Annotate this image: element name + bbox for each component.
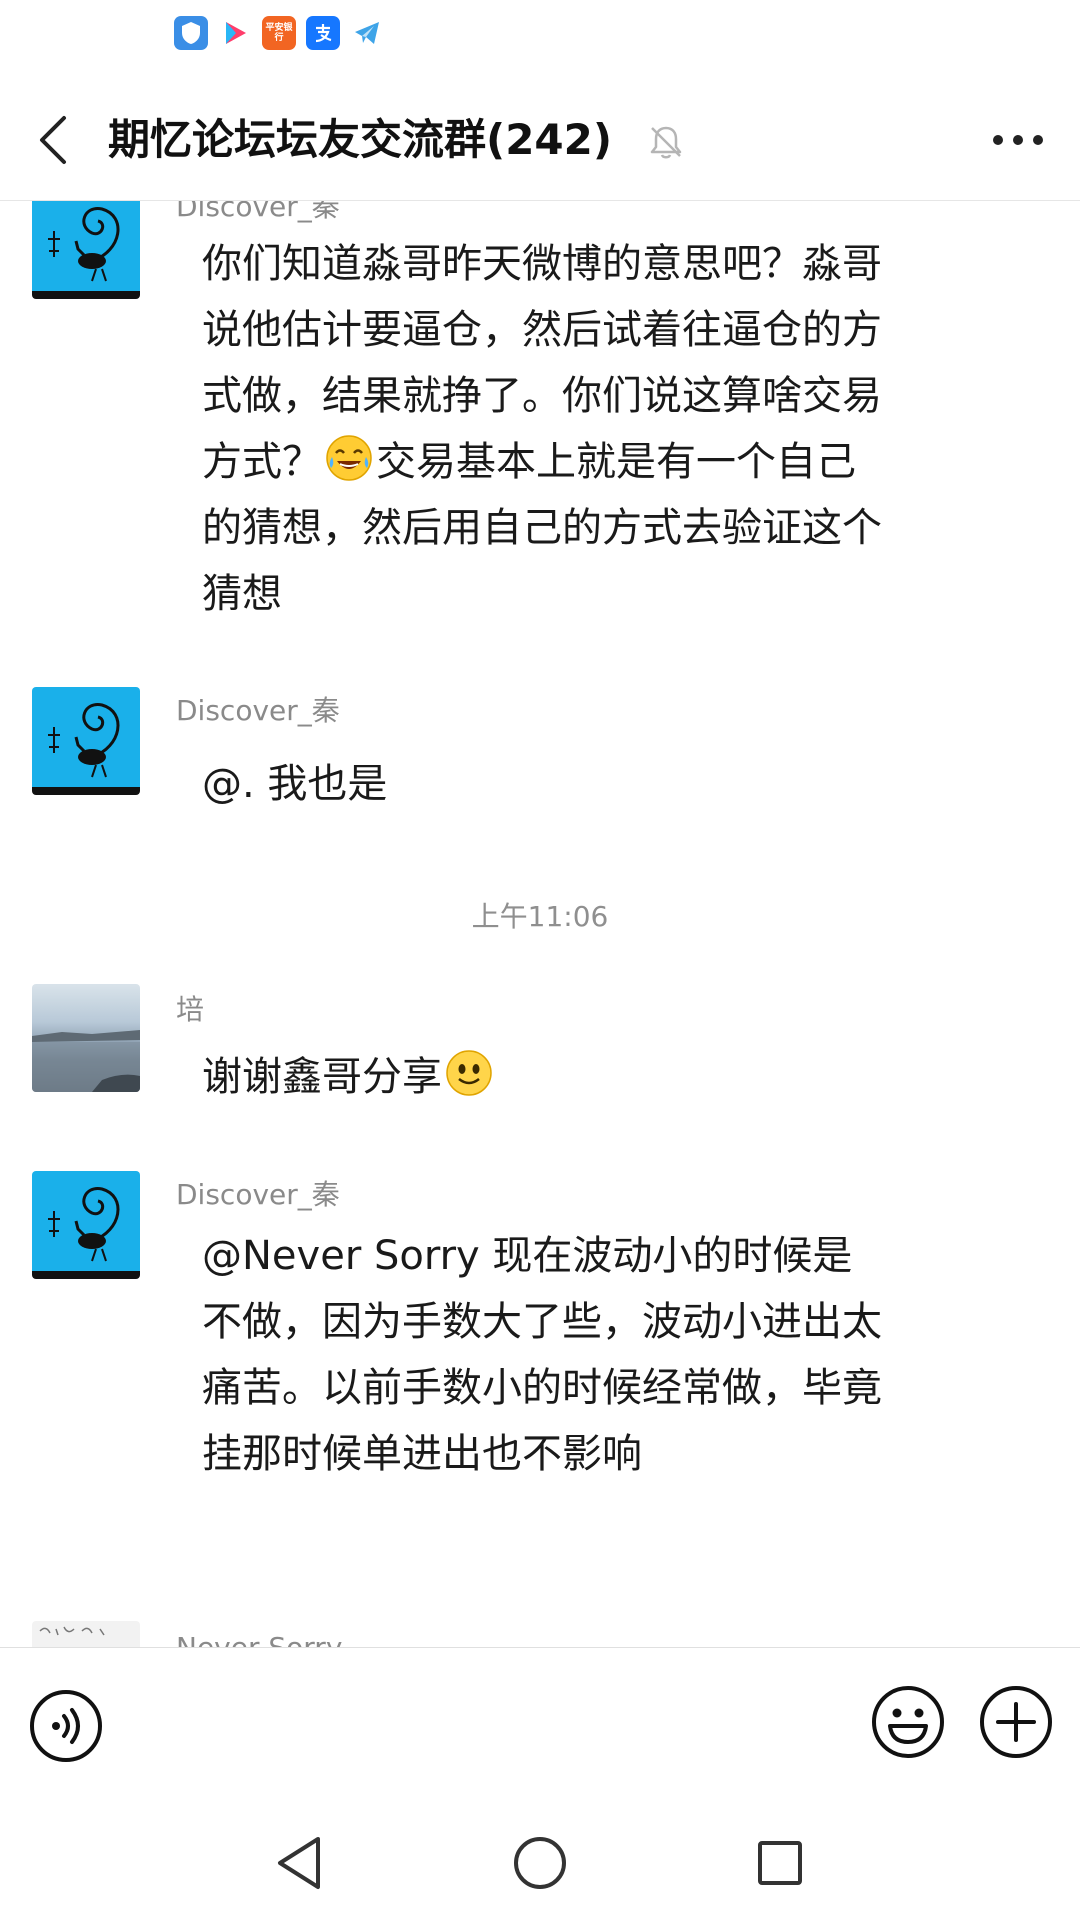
voice-input-button[interactable] (28, 1688, 104, 1764)
plus-circle-icon (980, 1686, 1052, 1758)
peacock-avatar-icon (48, 207, 120, 282)
alipay-icon (306, 16, 340, 50)
smiley-icon (872, 1686, 944, 1758)
message-item: Discover_秦 @Never Sorry 现在波动小的时候是不做，因为手数… (0, 1171, 1080, 1571)
sender-name: Discover_秦 (176, 201, 340, 223)
avatar[interactable] (32, 1171, 140, 1279)
telegram-icon (350, 16, 384, 50)
sender-name: Never Sorry (176, 1631, 342, 1647)
message-text: @. 我也是 (202, 761, 388, 807)
bank-app-icon-label: 平安银行 (265, 23, 293, 43)
system-nav-bar (0, 1807, 1080, 1920)
message-item: 培 谢谢鑫哥分享 (0, 984, 1080, 1114)
more-options-button[interactable] (982, 108, 1054, 172)
nav-recents-button[interactable] (748, 1831, 812, 1895)
message-timestamp: 上午11:06 (471, 900, 609, 933)
play-app-icon (218, 16, 252, 50)
smile-emoji-icon (446, 1050, 492, 1096)
status-notification-icons: 平安银行 (174, 16, 384, 50)
shield-app-icon (174, 16, 208, 50)
nav-back-button[interactable] (268, 1831, 332, 1895)
status-bar: 平安银行 (0, 0, 1080, 80)
more-actions-button[interactable] (978, 1684, 1054, 1760)
message-text: 谢谢鑫哥分享 (202, 1044, 882, 1110)
message-item: Discover_秦 @. 我也是 (0, 687, 1080, 847)
emoji-picker-button[interactable] (870, 1684, 946, 1760)
handwriting-avatar (39, 1626, 105, 1636)
bell-muted-icon (650, 126, 682, 159)
nav-home-button[interactable] (508, 1831, 572, 1895)
chat-title: 期忆论坛坛友交流群(242) (108, 115, 613, 164)
chat-header: 期忆论坛坛友交流群(242) (0, 80, 1080, 201)
sender-name: Discover_秦 (176, 1178, 340, 1211)
message-text-part: 谢谢鑫哥分享 (202, 1054, 442, 1100)
peacock-avatar-icon (48, 703, 120, 778)
message-text: 你们知道淼哥昨天微博的意思吧？淼哥说他估计要逼仓，然后试着往逼仓的方式做，结果就… (202, 231, 882, 627)
more-dots-icon (993, 135, 1043, 145)
laughing-tears-emoji-icon (326, 435, 372, 481)
chevron-left-icon (40, 116, 66, 164)
chat-message-list[interactable]: Discover_秦 你们知道淼哥昨天微博的意思吧？淼哥说他估计要逼仓，然后试着… (0, 201, 1080, 1647)
avatar[interactable] (32, 1621, 140, 1647)
avatar[interactable] (32, 687, 140, 795)
voice-icon (30, 1690, 102, 1762)
sender-name: 培 (176, 993, 205, 1026)
bank-app-icon: 平安银行 (262, 16, 296, 50)
message-item: Never Sorry (0, 1621, 1080, 1647)
lake-photo-avatar (32, 1030, 140, 1092)
input-bar (0, 1647, 1080, 1808)
peacock-avatar-icon (48, 1187, 120, 1262)
sender-name: Discover_秦 (176, 694, 340, 727)
square-recents-icon (758, 1841, 802, 1885)
triangle-back-icon (278, 1837, 320, 1889)
avatar[interactable] (32, 984, 140, 1092)
avatar[interactable] (32, 201, 140, 299)
message-text: @Never Sorry 现在波动小的时候是不做，因为手数大了些，波动小进出太痛… (202, 1233, 882, 1477)
back-button[interactable] (22, 108, 86, 172)
circle-home-icon (514, 1837, 566, 1889)
